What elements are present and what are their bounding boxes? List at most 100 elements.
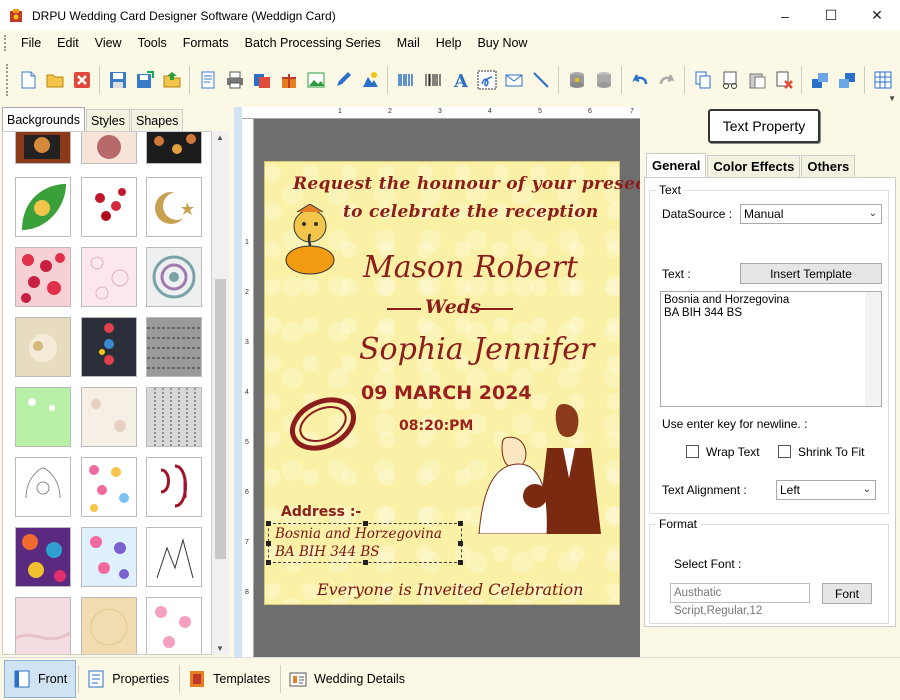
selection-box[interactable]: [268, 523, 462, 563]
background-thumbnail[interactable]: [146, 387, 202, 447]
new-file-icon[interactable]: [17, 69, 39, 91]
bring-front-icon[interactable]: [809, 69, 831, 91]
background-thumbnail[interactable]: [81, 247, 137, 307]
background-thumbnail[interactable]: [15, 177, 71, 237]
invitation-line-1[interactable]: Request the hounour of your presece: [293, 174, 657, 194]
background-thumbnail[interactable]: [146, 597, 202, 654]
menu-help[interactable]: Help: [428, 31, 470, 55]
line-icon[interactable]: [530, 69, 552, 91]
resize-handle[interactable]: [266, 521, 271, 526]
database-icon[interactable]: [566, 69, 588, 91]
save-as-icon[interactable]: [134, 69, 156, 91]
tab-others[interactable]: Others: [801, 155, 856, 177]
email-icon[interactable]: [503, 69, 525, 91]
maximize-button[interactable]: ☐: [808, 0, 854, 31]
tab-backgrounds[interactable]: Backgrounds: [2, 107, 85, 131]
background-thumbnail[interactable]: [81, 387, 137, 447]
tab-shapes[interactable]: Shapes: [131, 109, 184, 131]
close-window-button[interactable]: ✕: [854, 0, 900, 31]
resize-handle[interactable]: [458, 521, 463, 526]
background-thumbnail[interactable]: [81, 457, 137, 517]
menu-file[interactable]: File: [13, 31, 49, 55]
font-button[interactable]: Font: [822, 583, 872, 604]
groom-name[interactable]: Mason Robert: [363, 250, 578, 285]
resize-handle[interactable]: [458, 541, 463, 546]
print-icon[interactable]: [224, 69, 246, 91]
scroll-down-icon[interactable]: ▼: [216, 644, 224, 653]
print-preview-icon[interactable]: [251, 69, 273, 91]
textarea-scrollbar[interactable]: [865, 292, 881, 406]
bride-name[interactable]: Sophia Jennifer: [359, 332, 594, 367]
menu-edit[interactable]: Edit: [49, 31, 87, 55]
background-thumbnail[interactable]: [81, 597, 137, 654]
background-thumbnail[interactable]: [15, 527, 71, 587]
shrink-to-fit-checkbox[interactable]: [778, 445, 791, 458]
background-thumbnail[interactable]: [146, 527, 202, 587]
background-thumbnail[interactable]: [146, 317, 202, 377]
event-time[interactable]: 08:20:PM: [399, 418, 473, 434]
background-thumbnail[interactable]: [15, 597, 71, 654]
redo-icon[interactable]: [656, 69, 678, 91]
barcode2-icon[interactable]: [422, 69, 444, 91]
background-thumbnail[interactable]: [81, 132, 137, 164]
save-icon[interactable]: [107, 69, 129, 91]
resize-handle[interactable]: [266, 541, 271, 546]
invitation-line-2[interactable]: to celebrate the reception: [343, 202, 599, 222]
tab-styles[interactable]: Styles: [85, 109, 131, 131]
export-icon[interactable]: [161, 69, 183, 91]
tab-color-effects[interactable]: Color Effects: [707, 155, 801, 177]
rings-icon[interactable]: [285, 384, 365, 467]
menu-batch-processing[interactable]: Batch Processing Series: [237, 31, 389, 55]
background-thumbnail[interactable]: [15, 132, 71, 164]
delete-icon[interactable]: [773, 69, 795, 91]
resize-handle[interactable]: [266, 560, 271, 565]
toolbar-overflow-icon[interactable]: ▼: [888, 94, 896, 103]
alignment-select[interactable]: Left ⌄: [776, 480, 876, 500]
weds-label[interactable]: Weds: [425, 296, 481, 318]
datasource-select[interactable]: Manual ⌄: [740, 204, 882, 224]
menu-formats[interactable]: Formats: [175, 31, 237, 55]
address-label[interactable]: Address :-: [281, 504, 361, 520]
properties-icon[interactable]: [197, 69, 219, 91]
background-thumbnail[interactable]: [146, 177, 202, 237]
menu-view[interactable]: View: [87, 31, 130, 55]
templates-button[interactable]: Templates: [180, 660, 278, 698]
wedding-details-button[interactable]: Wedding Details: [281, 660, 413, 698]
open-folder-icon[interactable]: [44, 69, 66, 91]
background-thumbnail[interactable]: [81, 317, 137, 377]
event-date[interactable]: 09 MARCH 2024: [361, 382, 532, 404]
tab-general[interactable]: General: [646, 153, 707, 177]
menu-buy-now[interactable]: Buy Now: [469, 31, 535, 55]
background-thumbnail[interactable]: [15, 387, 71, 447]
background-thumbnail[interactable]: [81, 177, 137, 237]
panel-splitter[interactable]: [234, 107, 242, 657]
pen-icon[interactable]: [332, 69, 354, 91]
footer-text[interactable]: Everyone is Inveited Celebration: [317, 580, 583, 599]
close-icon[interactable]: [71, 69, 93, 91]
resize-handle[interactable]: [363, 521, 368, 526]
background-thumbnail[interactable]: [146, 247, 202, 307]
background-thumbnail[interactable]: [81, 527, 137, 587]
shape-icon[interactable]: [359, 69, 381, 91]
gallery-scrollbar[interactable]: ▲ ▼: [212, 131, 229, 655]
image-icon[interactable]: [305, 69, 327, 91]
menu-mail[interactable]: Mail: [389, 31, 428, 55]
ganesha-icon[interactable]: [277, 203, 343, 281]
barcode-icon[interactable]: [395, 69, 417, 91]
text-icon[interactable]: A: [449, 69, 471, 91]
text-property-button[interactable]: Text Property: [708, 109, 820, 143]
undo-icon[interactable]: [629, 69, 651, 91]
menu-tools[interactable]: Tools: [130, 31, 175, 55]
background-thumbnail[interactable]: [15, 247, 71, 307]
wrap-text-checkbox[interactable]: [686, 445, 699, 458]
gift-icon[interactable]: [278, 69, 300, 91]
properties-button[interactable]: Properties: [79, 660, 177, 698]
text-content-field[interactable]: Bosnia and Horzegovina BA BIH 344 BS: [660, 291, 882, 407]
background-thumbnail[interactable]: [15, 457, 71, 517]
resize-handle[interactable]: [363, 560, 368, 565]
insert-template-button[interactable]: Insert Template: [740, 263, 882, 284]
background-thumbnail[interactable]: [15, 317, 71, 377]
scrollbar-thumb[interactable]: [215, 279, 226, 559]
background-thumbnail[interactable]: [146, 132, 202, 164]
database2-icon[interactable]: [593, 69, 615, 91]
